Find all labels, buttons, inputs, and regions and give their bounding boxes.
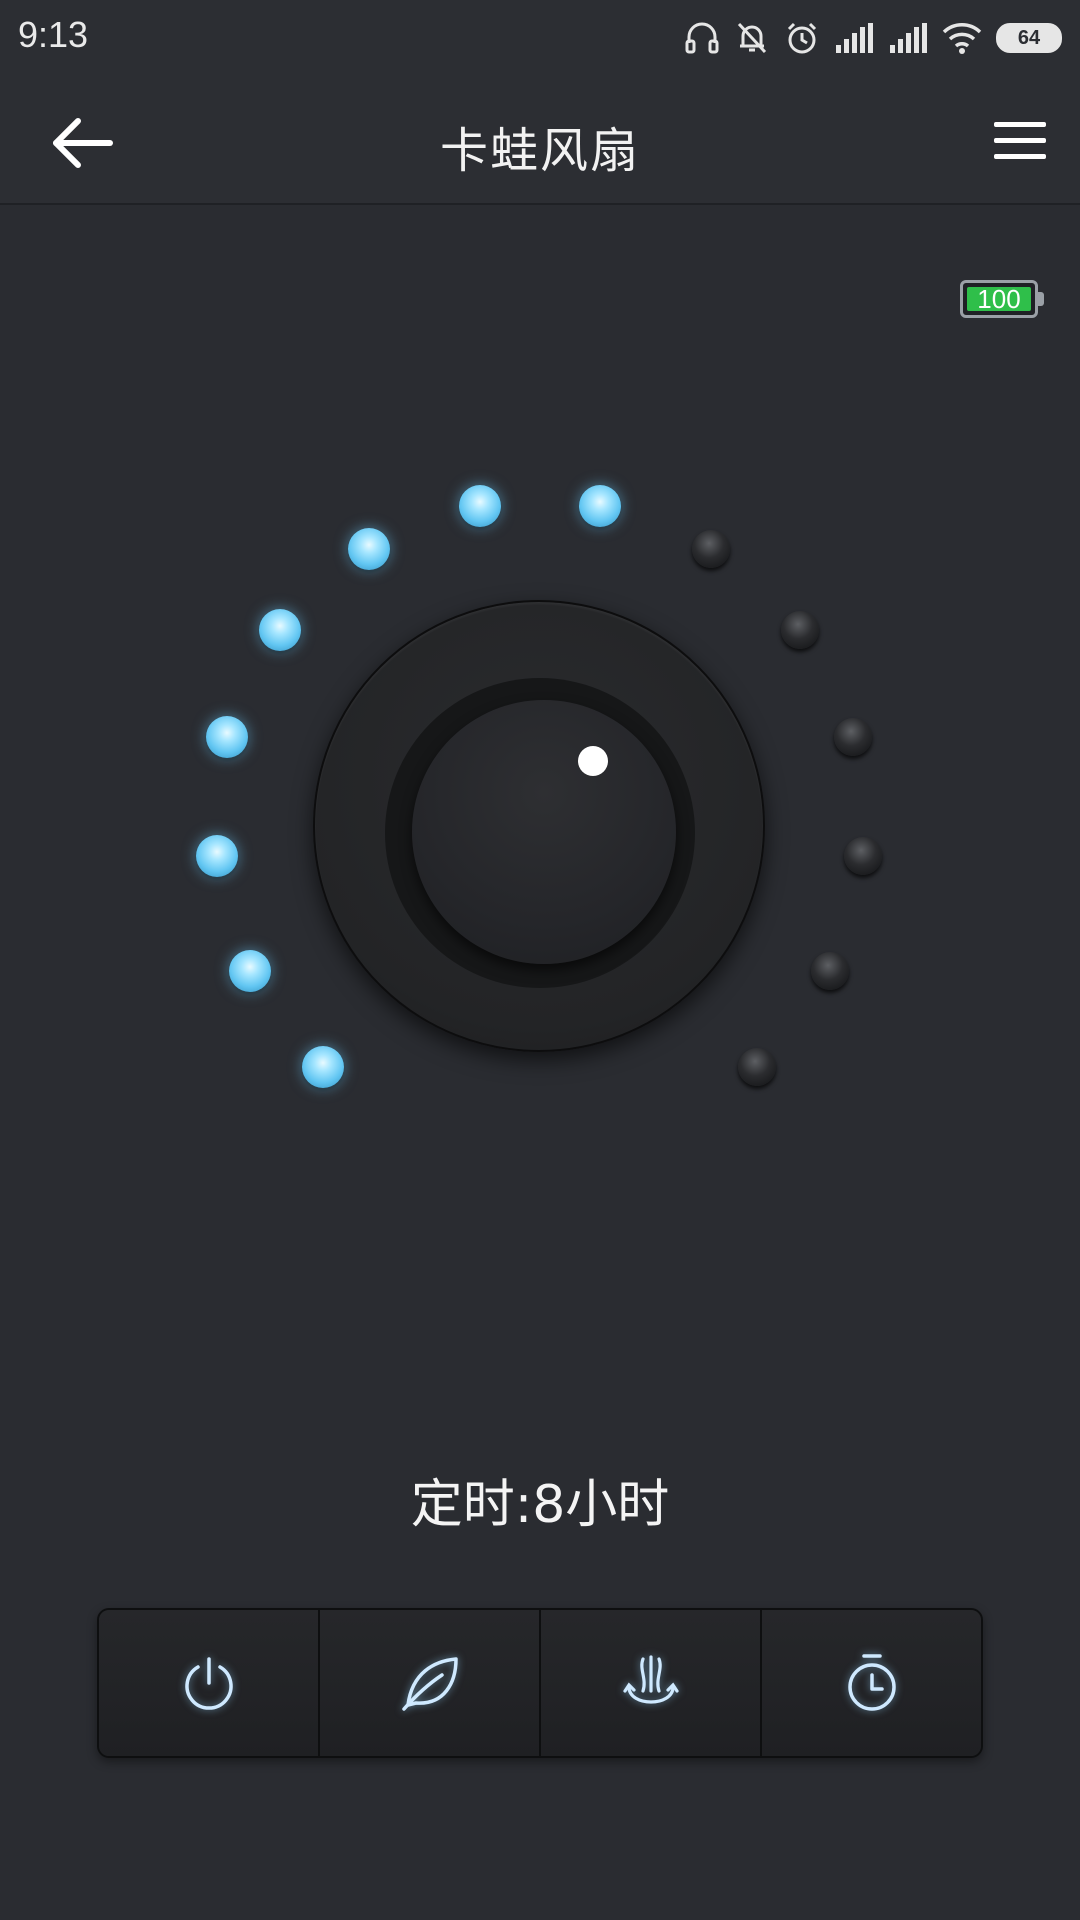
timer-label: 定时:8小时 [410,1475,670,1535]
alarm-icon [787,22,817,54]
headset-icon [685,22,719,54]
device-battery-indicator: 100 [960,280,1044,322]
speed-led-1 [301,1045,344,1088]
speed-led-8 [578,484,621,527]
status-icons: 64 [684,18,1062,58]
bell-off-icon [737,22,767,54]
battery-tip [1038,292,1044,306]
app-bar: 卡蛙风扇 [0,75,1080,205]
power-button[interactable] [99,1610,320,1756]
timer-button[interactable] [762,1610,981,1756]
status-time: 9:13 [18,14,89,55]
speed-knob[interactable] [412,700,676,964]
page-title: 卡蛙风扇 [439,123,640,179]
speed-led-2 [228,950,271,993]
speed-led-9 [692,529,731,568]
wifi-icon [942,23,982,54]
menu-button[interactable] [992,119,1048,163]
speed-led-10 [780,610,819,649]
menu-icon [994,122,1046,159]
device-battery-level: 100 [977,283,1021,314]
status-bar: 9:13 64 [0,0,1080,75]
speed-led-5 [259,608,302,651]
speed-led-13 [811,952,850,991]
timer-icon [847,1654,896,1711]
speed-led-4 [206,716,249,759]
speed-led-11 [833,718,872,757]
speed-led-12 [844,837,883,876]
natural-wind-button[interactable] [320,1610,541,1756]
power-icon [184,1657,233,1710]
phone-battery-indicator: 64 [996,23,1062,53]
battery-body: 100 [960,280,1038,318]
swing-icon [622,1655,679,1704]
leaf-icon [401,1657,458,1711]
speed-led-6 [347,527,390,570]
knob-indicator-dot [578,746,608,776]
control-bar [97,1608,983,1758]
speed-led-7 [459,484,502,527]
battery-fill: 100 [967,284,1031,314]
swing-button[interactable] [541,1610,762,1756]
phone-battery-level: 64 [1017,26,1041,49]
speed-led-14 [738,1047,777,1086]
signal-icon [890,23,927,53]
speed-led-3 [195,835,238,878]
signal-icon [836,23,873,53]
